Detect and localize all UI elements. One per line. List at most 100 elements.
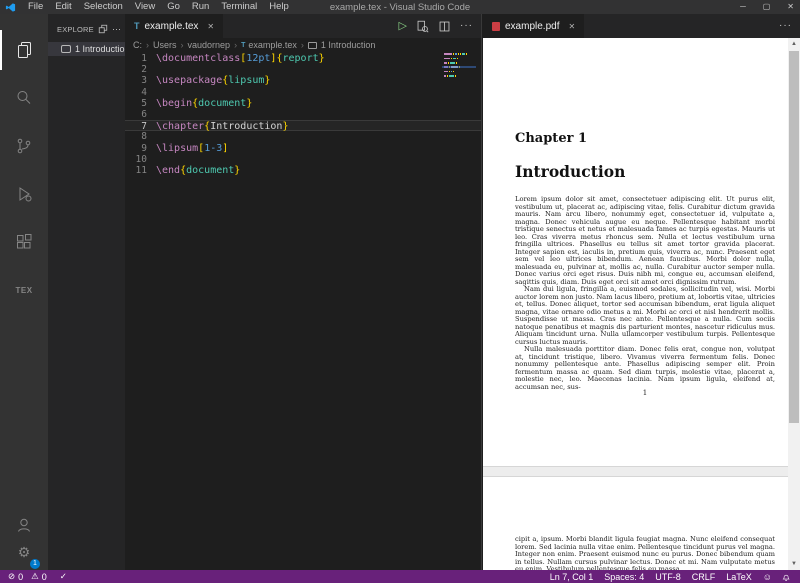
code-line-7[interactable]: 7 \chapter{Introduction} — [125, 120, 481, 133]
minimap-line — [444, 75, 476, 77]
problems-status[interactable]: ⊘ 0 ⚠ 0 ✓ — [0, 570, 67, 583]
status-crlf[interactable]: CRLF — [692, 572, 716, 582]
line-number: 1 — [141, 53, 147, 64]
symbol-icon — [61, 45, 71, 53]
line-number: 11 — [135, 164, 147, 176]
pdf-viewer: Chapter 1 Introduction Lorem ipsum dolor… — [483, 38, 800, 570]
latex-workshop-icon[interactable]: TEX — [0, 270, 48, 310]
sidebar-title: EXPLORER: OU... — [57, 24, 94, 34]
chapter-heading: Chapter 1 — [515, 131, 588, 146]
settings-badge: 1 — [30, 559, 40, 569]
scroll-down-icon[interactable]: ▼ — [788, 558, 800, 570]
breadcrumb-item[interactable]: 1 Introduction — [320, 40, 377, 50]
breadcrumb-item[interactable]: example.tex — [247, 40, 298, 50]
code-line-9[interactable]: 9 \lipsum[1-3] — [125, 143, 481, 154]
close-tab-icon[interactable]: ✕ — [568, 22, 575, 31]
page-separator — [483, 466, 788, 477]
breadcrumb-item[interactable]: C: — [132, 40, 143, 50]
more-actions-icon[interactable]: ··· — [112, 24, 121, 34]
editor-actions: ▷ ··· — [399, 14, 481, 38]
collapse-all-icon[interactable] — [98, 24, 108, 34]
status-spaces-4[interactable]: Spaces: 4 — [604, 572, 644, 582]
symbol-icon — [307, 41, 317, 49]
code-line-3[interactable]: 3 \usepackage{lipsum} — [125, 75, 481, 86]
build-latex-button[interactable]: ▷ — [399, 20, 407, 32]
pdf-paragraph: Nulla malesuada porttitor diam. Donec fe… — [515, 345, 775, 391]
settings-gear-icon[interactable]: ⚙ 1 — [0, 532, 48, 572]
close-tab-icon[interactable]: ✕ — [207, 22, 214, 31]
code-line-2[interactable]: 2 — [125, 64, 481, 75]
error-count: 0 — [18, 571, 24, 582]
code-lines: 1 \documentclass[12pt]{report} 2 3 \usepacka… — [125, 53, 481, 176]
code-line-10[interactable]: 10 — [125, 154, 481, 165]
chevron-right-icon: › — [300, 40, 304, 50]
tex-file-icon: T — [134, 21, 140, 31]
tab-bar: T example.tex ✕ ▷ ··· — [125, 14, 481, 38]
line-number: 9 — [141, 142, 147, 154]
maximize-button[interactable]: ▢ — [763, 0, 771, 14]
line-number: 8 — [141, 131, 147, 143]
minimize-button[interactable]: ─ — [740, 0, 746, 14]
scrollbar-thumb[interactable] — [789, 51, 799, 423]
scrollbar[interactable]: ▲ ▼ — [788, 38, 800, 570]
line-number: 3 — [141, 75, 147, 87]
section-heading: Introduction — [515, 162, 626, 181]
vscode-window: File Edit Selection View Go Run Terminal Help e… — [0, 0, 800, 583]
more-actions-button[interactable]: ··· — [779, 21, 792, 31]
status-utf-8[interactable]: UTF-8 — [655, 572, 681, 582]
view-pdf-button[interactable] — [416, 20, 429, 33]
pdf-body-text: Lorem ipsum dolor sit amet, consectetuer… — [515, 195, 775, 391]
search-icon[interactable] — [0, 78, 48, 118]
extensions-icon[interactable] — [0, 222, 48, 262]
activity-bar: TEX ⚙ 1 — [0, 14, 48, 570]
errors-icon: ⊘ — [8, 571, 16, 581]
pdf-file-icon — [492, 21, 500, 31]
breadcrumb-item[interactable]: Users — [152, 40, 178, 50]
source-control-icon[interactable] — [0, 126, 48, 166]
pdf-body-text: cipit a, ipsum. Morbi blandit ligula feu… — [515, 535, 775, 570]
status-latex[interactable]: LaTeX — [726, 572, 752, 582]
explorer-sidebar: EXPLORER: OU... ··· 1 Introduction — [48, 14, 130, 570]
feedback-smiley-icon[interactable]: ☺ — [763, 572, 772, 582]
code-line-8[interactable]: 8 — [125, 131, 481, 142]
scroll-up-icon[interactable]: ▲ — [788, 38, 800, 50]
line-number: 7 — [141, 121, 147, 133]
code-line-6[interactable]: 6 — [125, 109, 481, 120]
chevron-right-icon: › — [234, 40, 238, 50]
code-editor[interactable]: 1 \documentclass[12pt]{report} 2 3 \usepacka… — [125, 52, 481, 570]
tab-example-tex[interactable]: T example.tex ✕ — [125, 14, 224, 38]
code-line-11[interactable]: 11 \end{document} — [125, 165, 481, 176]
pdf-paragraph: Lorem ipsum dolor sit amet, consectetuer… — [515, 195, 775, 286]
tab-example-pdf[interactable]: example.pdf ✕ — [483, 14, 585, 38]
chevron-right-icon: › — [146, 40, 149, 50]
split-editor-button[interactable] — [438, 20, 451, 33]
code-line-4[interactable]: 4 — [125, 87, 481, 98]
editor-group-right: example.pdf ✕ ··· Chapter 1 Introduction… — [483, 14, 800, 570]
page-number: 1 — [642, 389, 648, 397]
outline-item-introduction[interactable]: 1 Introduction — [48, 42, 130, 56]
line-number: 2 — [141, 64, 147, 76]
more-actions-button[interactable]: ··· — [460, 21, 473, 31]
pdf-page-1: Chapter 1 Introduction Lorem ipsum dolor… — [483, 38, 788, 466]
line-number: 10 — [135, 153, 147, 165]
minimap[interactable] — [442, 53, 476, 83]
close-button[interactable]: ✕ — [787, 0, 794, 14]
code-line-1[interactable]: 1 \documentclass[12pt]{report} — [125, 53, 481, 64]
pdf-paragraph: Nam dui ligula, fringilla a, euismod sod… — [515, 285, 775, 346]
run-debug-icon[interactable] — [0, 174, 48, 214]
pdf-page-2: cipit a, ipsum. Morbi blandit ligula feu… — [483, 477, 788, 570]
explorer-icon[interactable] — [0, 30, 48, 70]
notifications-bell-icon[interactable] — [781, 572, 791, 582]
warnings-icon: ⚠ — [31, 571, 39, 581]
tex-file-icon: T — [241, 41, 246, 49]
status-ln-7-col-1[interactable]: Ln 7, Col 1 — [550, 572, 594, 582]
warning-count: 0 — [41, 571, 47, 582]
window-title: example.tex - Visual Studio Code — [329, 1, 471, 13]
code-line-5[interactable]: 5 \begin{document} — [125, 98, 481, 109]
breadcrumb: C: › Users › vaudornep › Texample.tex › 1 Introd… — [125, 38, 481, 52]
line-number: 4 — [141, 86, 147, 98]
build-status-check-icon[interactable]: ✓ — [60, 570, 67, 583]
window-controls: ─ ▢ ✕ — [740, 0, 794, 14]
status-right: Ln 7, Col 1 Spaces: 4 UTF-8 CRLF LaTeX ☺ — [550, 572, 800, 582]
breadcrumb-item[interactable]: vaudornep — [187, 40, 232, 50]
